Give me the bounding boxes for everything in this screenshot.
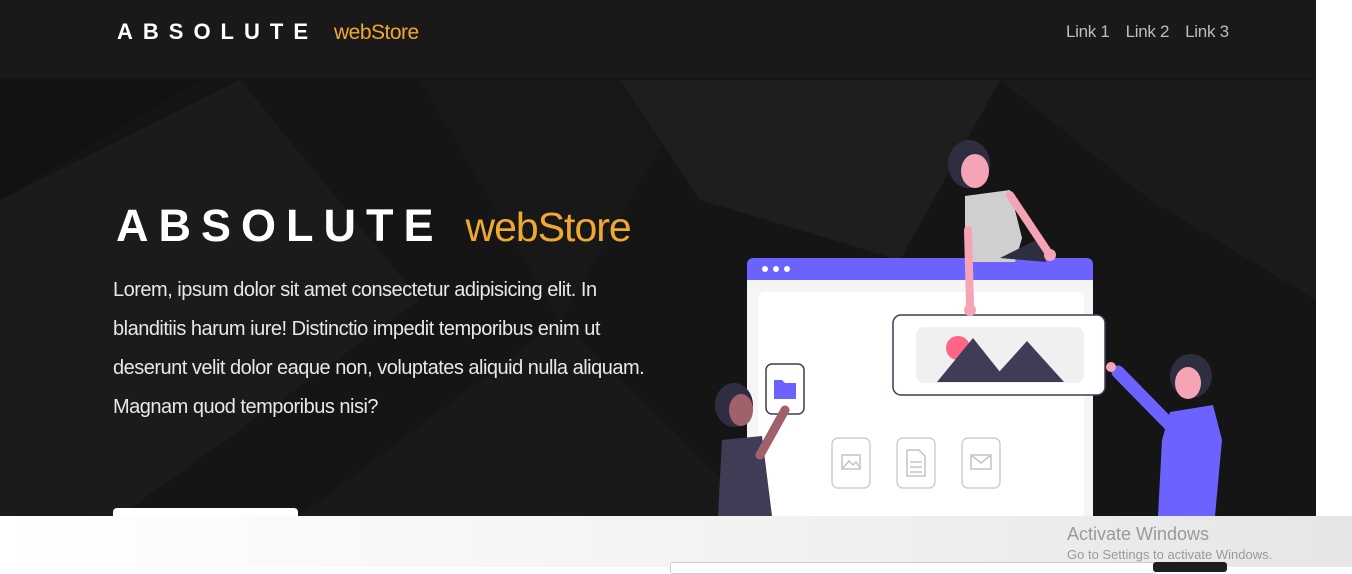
mountain-image-icon [892,314,1106,396]
page-right-gutter [1316,0,1352,516]
nav-link-2[interactable]: Link 2 [1126,22,1170,42]
hero-title-main: ABSOLUTE [116,200,444,251]
hero-cta-button[interactable] [113,508,298,516]
brand-name: ABSOLUTE [117,19,318,44]
brand-subtitle: webStore [334,21,419,44]
person-right-illustration [1106,354,1222,516]
nav-links: Link 1 Link 2 Link 3 [1066,22,1229,42]
search-button[interactable] [1153,562,1227,572]
hero-title-sub: webStore [465,204,632,250]
hero-illustration [715,140,1222,516]
lower-section [0,516,1352,567]
nav-link-3[interactable]: Link 3 [1185,22,1229,42]
hero-title: ABSOLUTE webStore [116,200,632,252]
hero-description: Lorem, ipsum dolor sit amet consectetur … [113,279,645,418]
nav-link-1[interactable]: Link 1 [1066,22,1110,42]
search-input[interactable] [670,562,1157,574]
brand-logo[interactable]: ABSOLUTE webStore [117,19,419,51]
hero-section: ABSOLUTE webStore Link 1 Link 2 Link 3 A… [0,0,1316,516]
navbar: ABSOLUTE webStore Link 1 Link 2 Link 3 [0,0,1316,78]
